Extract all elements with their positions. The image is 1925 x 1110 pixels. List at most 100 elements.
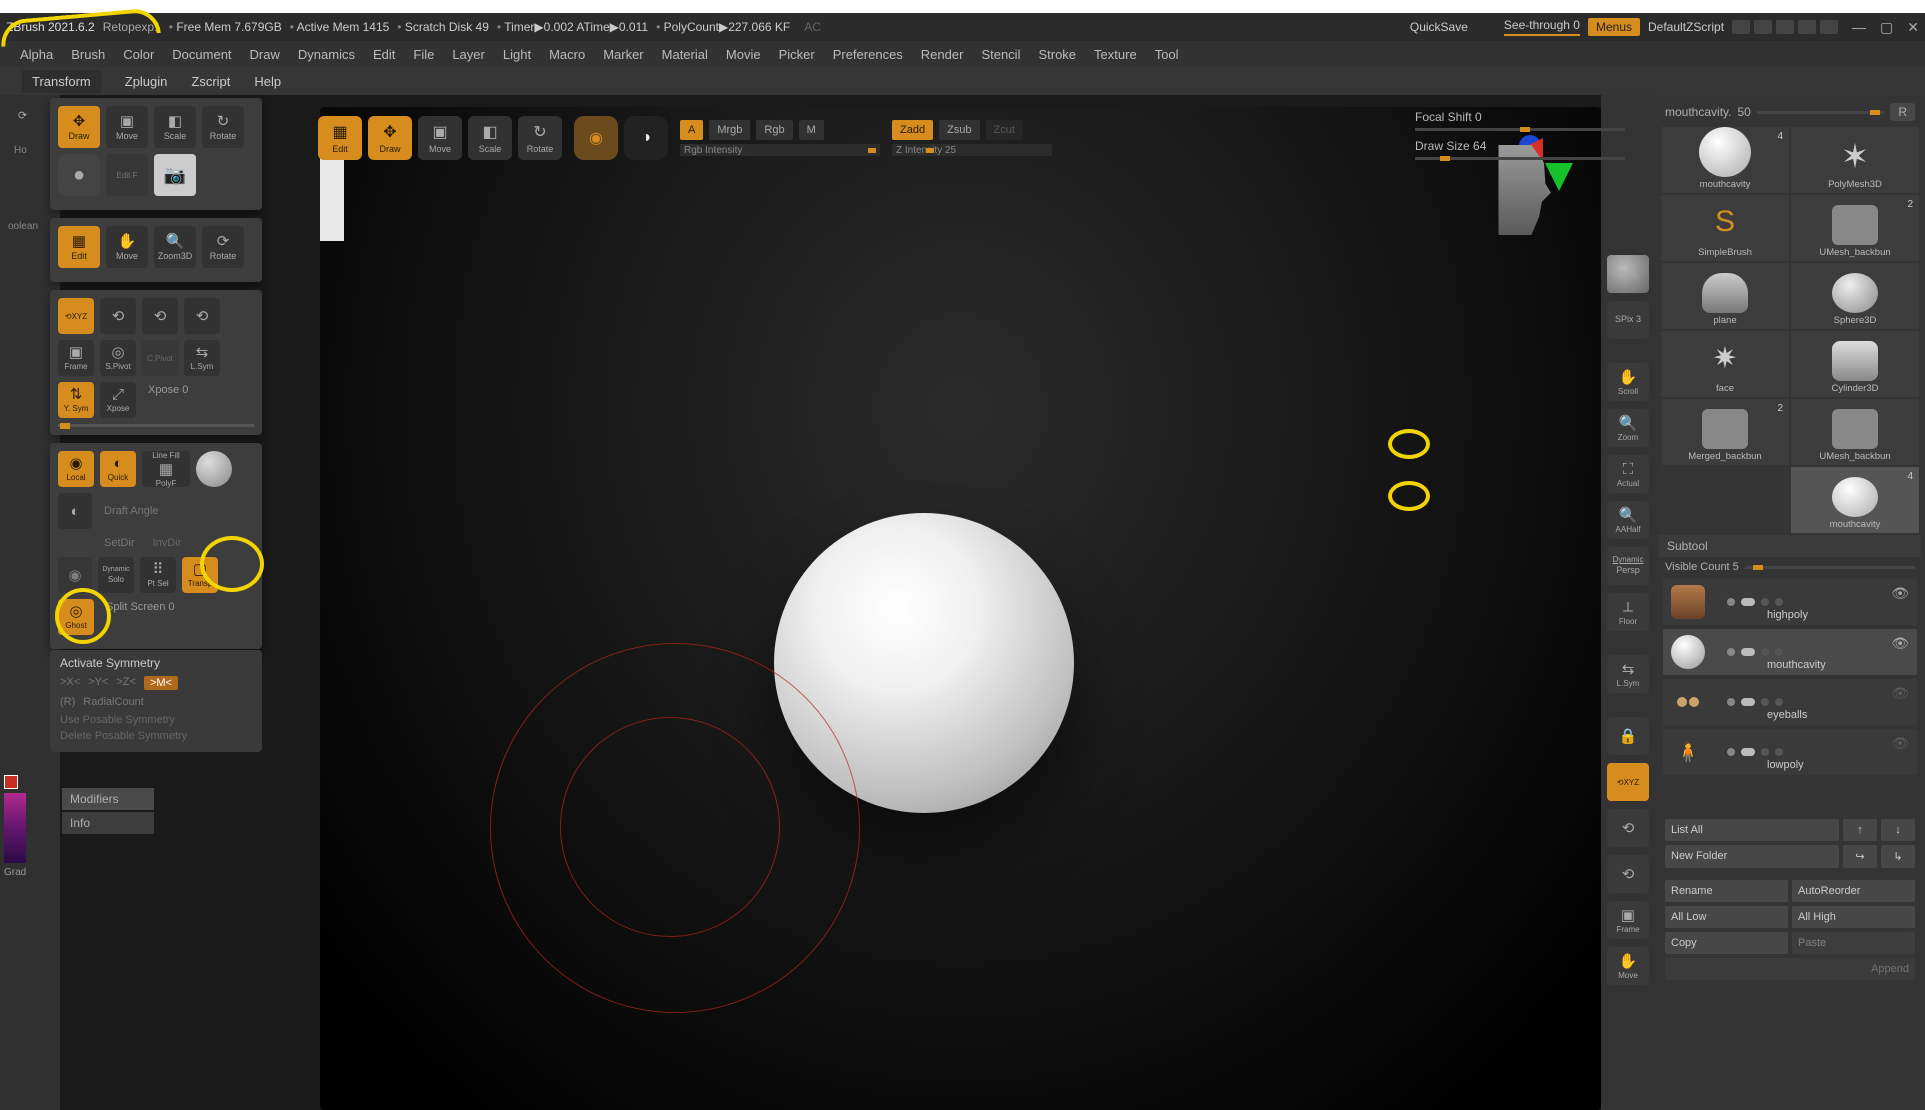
- quicksave-button[interactable]: QuickSave: [1410, 20, 1468, 34]
- lock-button[interactable]: 🔒: [1607, 717, 1649, 755]
- transp-button[interactable]: ▢Transp: [182, 557, 218, 593]
- menu-color[interactable]: Color: [123, 47, 154, 62]
- seethrough-slider[interactable]: See-through 0: [1504, 18, 1580, 36]
- rot2-button[interactable]: ⟲: [1607, 855, 1649, 893]
- top-move-button[interactable]: ▣Move: [418, 116, 462, 160]
- menu-preferences[interactable]: Preferences: [833, 47, 903, 62]
- edit-button[interactable]: ▦Edit: [58, 226, 100, 268]
- material-ball-icon[interactable]: [196, 451, 232, 487]
- lsym2-button[interactable]: ⇆L.Sym: [1607, 655, 1649, 693]
- move-button[interactable]: ▣Move: [106, 106, 148, 148]
- menu-transform[interactable]: Transform: [22, 70, 101, 93]
- rot-x-button[interactable]: ⟲: [100, 298, 136, 334]
- tool-item-8[interactable]: 2Merged_backbun: [1661, 399, 1789, 465]
- rename-button[interactable]: Rename: [1665, 880, 1788, 902]
- viewport[interactable]: [320, 107, 1601, 1110]
- sculptris-icon[interactable]: ◉: [574, 116, 618, 160]
- minimize-icon[interactable]: —: [1852, 19, 1866, 35]
- frame2-button[interactable]: ▣Frame: [1607, 901, 1649, 939]
- draw-size-slider[interactable]: Draw Size 64: [1415, 139, 1486, 153]
- use-posable-sym[interactable]: Use Posable Symmetry: [60, 714, 252, 726]
- menu-layer[interactable]: Layer: [452, 47, 485, 62]
- tool-item-1[interactable]: ✶PolyMesh3D: [1791, 127, 1919, 193]
- tool-item-0[interactable]: 4mouthcavity: [1661, 127, 1789, 193]
- local-button[interactable]: ◉Local: [58, 451, 94, 487]
- ptsel-button[interactable]: ⠿Pt Sel: [140, 557, 176, 593]
- paste-button[interactable]: Paste: [1792, 932, 1915, 954]
- menu-movie[interactable]: Movie: [726, 47, 761, 62]
- tool-item-3[interactable]: 2UMesh_backbun: [1791, 195, 1919, 261]
- tool-item-7[interactable]: Cylinder3D: [1791, 331, 1919, 397]
- mrgb-toggle[interactable]: Mrgb: [709, 120, 750, 140]
- all-low-button[interactable]: All Low: [1665, 906, 1788, 928]
- menu-draw[interactable]: Draw: [250, 47, 280, 62]
- top-draw-button[interactable]: ✥Draw: [368, 116, 412, 160]
- snapshot-button[interactable]: 📷: [154, 154, 196, 196]
- zadd-toggle[interactable]: Zadd: [892, 120, 933, 140]
- menu-light[interactable]: Light: [503, 47, 531, 62]
- ysym-button[interactable]: ⇅Y. Sym: [58, 382, 94, 418]
- spix-slider[interactable]: SPix 3: [1607, 301, 1649, 339]
- rot1-button[interactable]: ⟲: [1607, 809, 1649, 847]
- frame-button[interactable]: ▣Frame: [58, 340, 94, 376]
- subtool-mouthcavity[interactable]: 👁 mouthcavity: [1663, 629, 1917, 675]
- menu-alpha[interactable]: Alpha: [20, 47, 53, 62]
- tool-item-11[interactable]: 4mouthcavity: [1791, 467, 1919, 533]
- xyz-rot-button[interactable]: ⟲XYZ: [58, 298, 94, 334]
- subtool-lowpoly[interactable]: 🧍 👁 lowpoly: [1663, 729, 1917, 775]
- ghost-button[interactable]: ◎Ghost: [58, 599, 94, 635]
- arrow-right-button[interactable]: ↪: [1843, 845, 1877, 868]
- menu-document[interactable]: Document: [172, 47, 231, 62]
- sym-m[interactable]: >M<: [144, 676, 178, 690]
- menu-zplugin[interactable]: Zplugin: [125, 74, 168, 89]
- copy-button[interactable]: Copy: [1665, 932, 1788, 954]
- activate-symmetry-label[interactable]: Activate Symmetry: [60, 656, 252, 670]
- menus-button[interactable]: Menus: [1588, 18, 1640, 36]
- menu-macro[interactable]: Macro: [549, 47, 585, 62]
- sym-y[interactable]: >Y<: [88, 676, 108, 690]
- menu-stencil[interactable]: Stencil: [981, 47, 1020, 62]
- refresh-icon[interactable]: ⟳: [18, 109, 27, 122]
- tool-item-2[interactable]: ЅSimpleBrush: [1661, 195, 1789, 261]
- info-section[interactable]: Info: [62, 812, 154, 834]
- z-intensity-slider[interactable]: Z Intensity 25: [892, 144, 1052, 156]
- lsym-button[interactable]: ⇆L.Sym: [184, 340, 220, 376]
- menu-file[interactable]: File: [413, 47, 434, 62]
- split-screen-slider[interactable]: Split Screen 0: [100, 599, 180, 635]
- a-toggle[interactable]: A: [680, 120, 703, 140]
- close-icon[interactable]: ✕: [1907, 19, 1919, 36]
- solo-button[interactable]: DynamicSolo: [98, 557, 134, 593]
- sym-x[interactable]: >X<: [60, 676, 80, 690]
- rotate-button[interactable]: ↻Rotate: [202, 106, 244, 148]
- contrast-icon[interactable]: ◐: [58, 493, 92, 529]
- move2-button[interactable]: ✋Move: [1607, 947, 1649, 985]
- editf-button[interactable]: Edit F: [106, 154, 148, 196]
- bpr-button[interactable]: BPR: [1607, 255, 1649, 293]
- modifiers-section[interactable]: Modifiers: [62, 788, 154, 810]
- window-layout-icons[interactable]: [1732, 20, 1838, 34]
- maximize-icon[interactable]: ▢: [1880, 19, 1893, 36]
- nav-move-button[interactable]: ✋Move: [106, 226, 148, 268]
- top-edit-button[interactable]: ▦Edit: [318, 116, 362, 160]
- persp-button[interactable]: DynamicPersp: [1607, 547, 1649, 585]
- draw-button[interactable]: ✥Draw: [58, 106, 100, 148]
- scale-button[interactable]: ◧Scale: [154, 106, 196, 148]
- nav-rotate-button[interactable]: ⟳Rotate: [202, 226, 244, 268]
- sym-z[interactable]: >Z<: [116, 676, 136, 690]
- invdir-button[interactable]: InvDir: [147, 535, 188, 551]
- new-folder-button[interactable]: New Folder: [1665, 845, 1839, 868]
- all-high-button[interactable]: All High: [1792, 906, 1915, 928]
- color-gradient[interactable]: [4, 793, 26, 863]
- menu-stroke[interactable]: Stroke: [1038, 47, 1076, 62]
- top-scale-button[interactable]: ◧Scale: [468, 116, 512, 160]
- scroll-button[interactable]: ✋Scroll: [1607, 363, 1649, 401]
- menu-picker[interactable]: Picker: [779, 47, 815, 62]
- rgb-toggle[interactable]: Rgb: [756, 120, 792, 140]
- tool-item-4[interactable]: plane: [1661, 263, 1789, 329]
- append-button[interactable]: Append: [1665, 958, 1915, 980]
- aahalf-button[interactable]: 🔍AAHalf: [1607, 501, 1649, 539]
- move-down-button[interactable]: ↓: [1881, 819, 1915, 841]
- menu-edit[interactable]: Edit: [373, 47, 395, 62]
- setdir-button[interactable]: SetDir: [98, 535, 141, 551]
- autoreorder-button[interactable]: AutoReorder: [1792, 880, 1915, 902]
